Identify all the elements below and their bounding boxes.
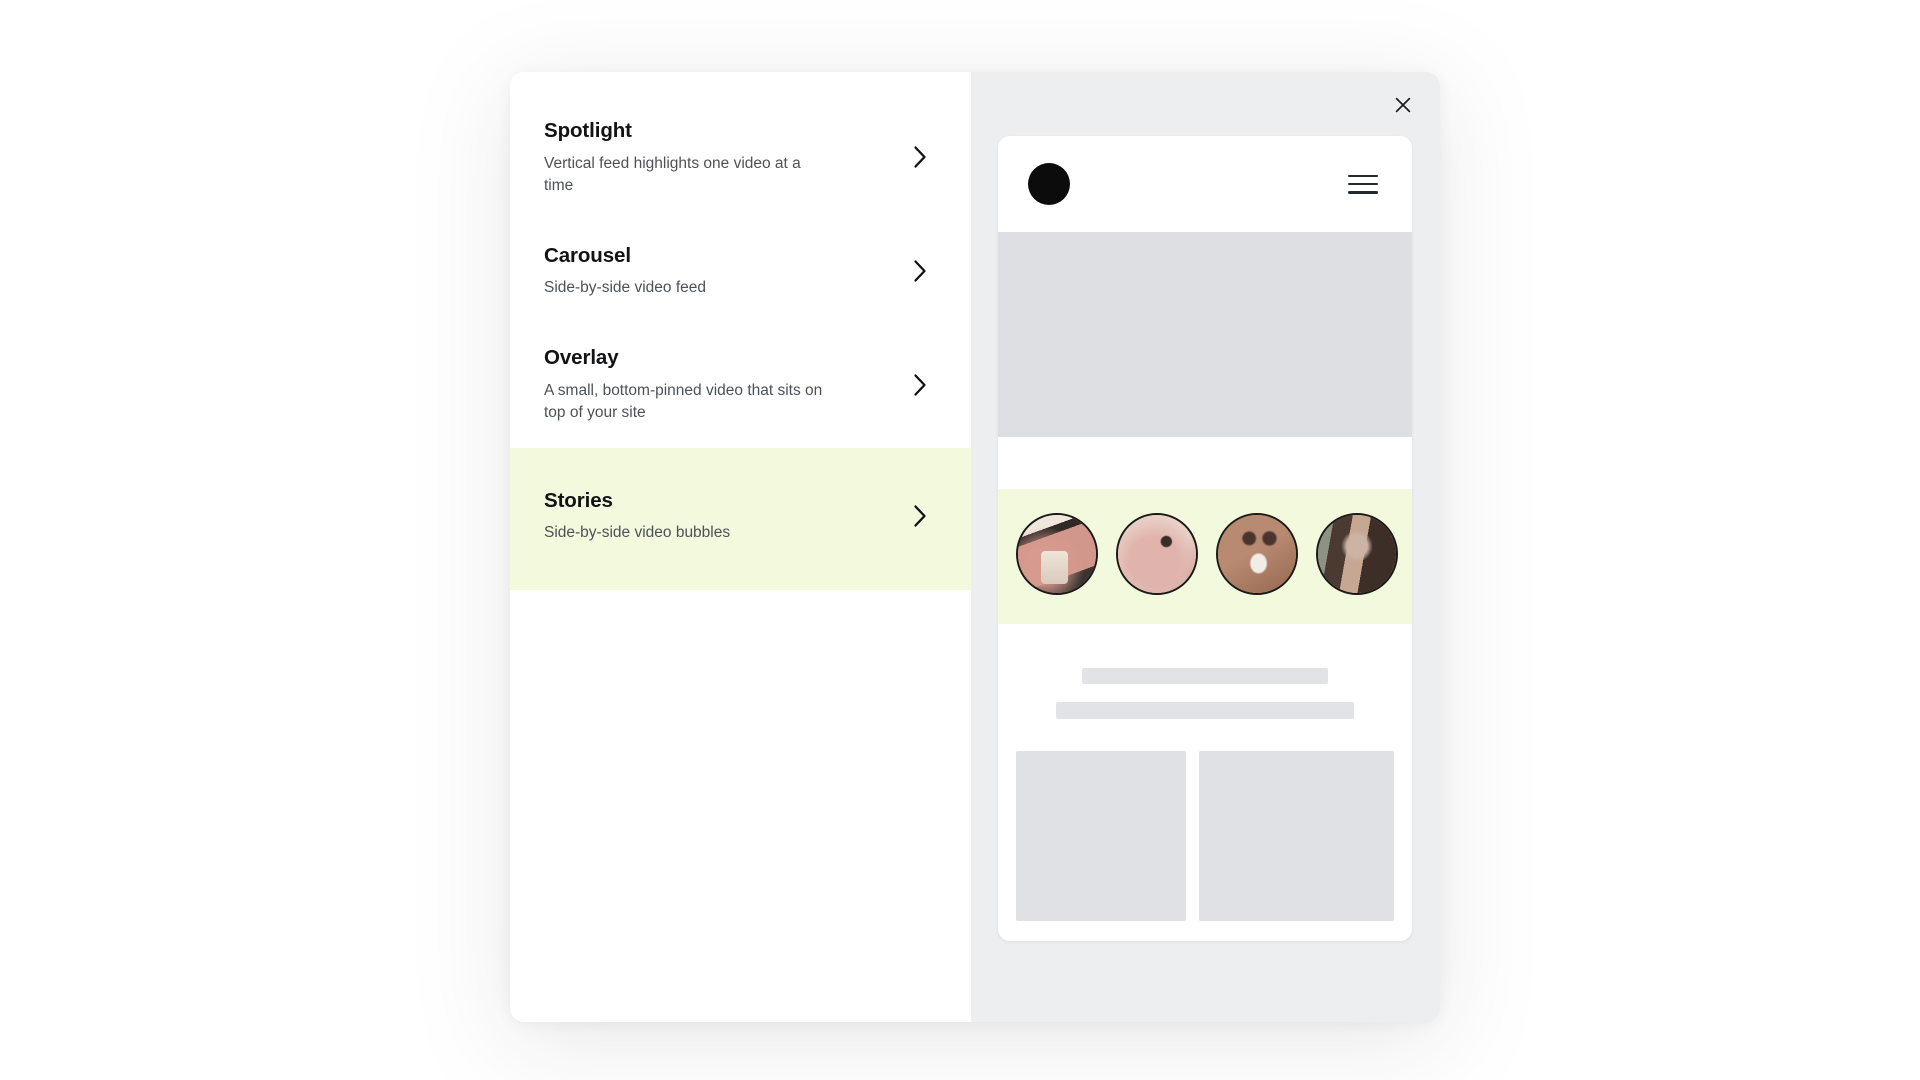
site-preview-body bbox=[998, 624, 1412, 921]
layout-list-item-carousel[interactable]: Carousel Side-by-side video feed bbox=[510, 221, 971, 324]
hamburger-bar bbox=[1348, 190, 1378, 194]
layout-item-description: Side-by-side video feed bbox=[544, 279, 706, 297]
story-bubble[interactable] bbox=[1216, 513, 1298, 595]
layout-item-text-group: Overlay A small, bottom-pinned video tha… bbox=[544, 345, 909, 424]
hamburger-bar bbox=[1348, 174, 1378, 178]
story-thumbnail bbox=[1118, 515, 1196, 593]
story-bubble[interactable] bbox=[1316, 513, 1398, 595]
layout-preview-pane bbox=[971, 72, 1440, 1022]
layout-list-item-overlay[interactable]: Overlay A small, bottom-pinned video tha… bbox=[510, 323, 971, 448]
layout-item-title: Overlay bbox=[544, 346, 619, 370]
circle-logo-icon bbox=[1028, 163, 1070, 205]
hamburger-menu-icon[interactable] bbox=[1348, 174, 1378, 194]
layout-item-description: Side-by-side video bubbles bbox=[544, 523, 731, 541]
layout-item-description: A small, bottom-pinned video that sits o… bbox=[544, 381, 823, 421]
layout-list-pane: Spotlight Vertical feed highlights one v… bbox=[510, 72, 971, 1022]
site-preview-header bbox=[998, 136, 1412, 232]
story-thumbnail bbox=[1218, 515, 1296, 593]
story-thumbnail bbox=[1318, 515, 1396, 593]
text-placeholder-line bbox=[1082, 668, 1328, 684]
story-bubble[interactable] bbox=[1116, 513, 1198, 595]
spacer bbox=[998, 437, 1412, 489]
layout-item-text-group: Carousel Side-by-side video feed bbox=[544, 243, 909, 300]
layout-picker-modal: Spotlight Vertical feed highlights one v… bbox=[510, 72, 1440, 1022]
chevron-right-icon[interactable] bbox=[909, 260, 931, 282]
chevron-right-icon[interactable] bbox=[909, 146, 931, 168]
story-bubble[interactable] bbox=[1016, 513, 1098, 595]
chevron-right-icon[interactable] bbox=[909, 373, 931, 396]
site-preview-card bbox=[998, 136, 1412, 941]
layout-item-title: Stories bbox=[544, 488, 613, 512]
layout-item-description: Vertical feed highlights one video at a … bbox=[544, 154, 801, 194]
content-placeholder-block bbox=[1016, 751, 1186, 921]
layout-list-item-stories[interactable]: Stories Side-by-side video bubbles bbox=[510, 447, 971, 590]
layout-item-text-group: Stories Side-by-side video bubbles bbox=[544, 488, 909, 544]
story-thumbnail bbox=[1018, 515, 1096, 593]
hero-image-placeholder bbox=[998, 232, 1412, 437]
layout-item-title: Carousel bbox=[544, 243, 631, 267]
content-placeholder-block bbox=[1199, 751, 1394, 921]
content-placeholder-row bbox=[998, 751, 1412, 921]
stories-bubbles-row bbox=[998, 489, 1412, 624]
layout-list-item-spotlight[interactable]: Spotlight Vertical feed highlights one v… bbox=[510, 96, 971, 221]
chevron-right-icon[interactable] bbox=[909, 505, 931, 527]
text-placeholder-line bbox=[1056, 702, 1354, 719]
close-icon[interactable] bbox=[1390, 92, 1416, 118]
layout-item-text-group: Spotlight Vertical feed highlights one v… bbox=[544, 118, 909, 197]
layout-item-title: Spotlight bbox=[544, 119, 632, 142]
hamburger-bar bbox=[1348, 182, 1378, 186]
